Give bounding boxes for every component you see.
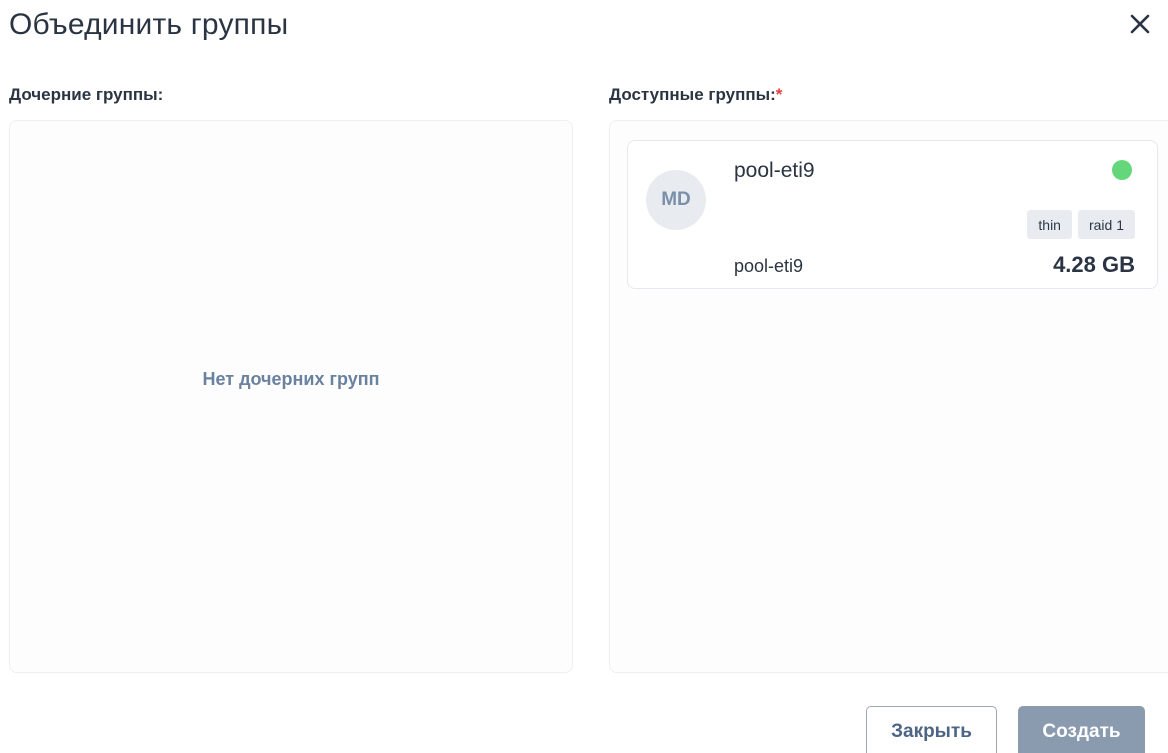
group-size: 4.28 GB	[1053, 252, 1135, 277]
close-dialog-button[interactable]: Закрыть	[866, 706, 997, 753]
close-button[interactable]	[1124, 10, 1156, 42]
child-groups-panel[interactable]: Нет дочерних групп	[9, 120, 573, 673]
group-tags: thin raid 1	[1027, 210, 1135, 239]
group-subtitle: pool-eti9	[734, 256, 804, 276]
available-groups-label: Доступные группы:*	[609, 85, 782, 105]
available-groups-label-text: Доступные группы:	[609, 85, 776, 104]
status-online-icon	[1112, 160, 1132, 180]
empty-state-text: Нет дочерних групп	[202, 369, 380, 389]
merge-groups-dialog: Объединить группы Дочерние группы: Досту…	[0, 0, 1168, 753]
required-mark: *	[775, 85, 783, 104]
avatar: MD	[646, 170, 706, 230]
group-name: pool-eti9	[734, 159, 815, 182]
child-groups-label: Дочерние группы:	[9, 85, 164, 104]
group-card-pool-eti9[interactable]: MD pool-eti9 thin raid 1 pool-eti9 4.28 …	[627, 140, 1158, 289]
tag-thin: thin	[1027, 210, 1072, 239]
close-icon	[1129, 13, 1151, 40]
dialog-title: Объединить группы	[9, 8, 289, 41]
create-button[interactable]: Создать	[1018, 706, 1145, 753]
tag-raid: raid 1	[1077, 210, 1135, 239]
available-groups-panel[interactable]: MD pool-eti9 thin raid 1 pool-eti9 4.28 …	[609, 120, 1168, 673]
